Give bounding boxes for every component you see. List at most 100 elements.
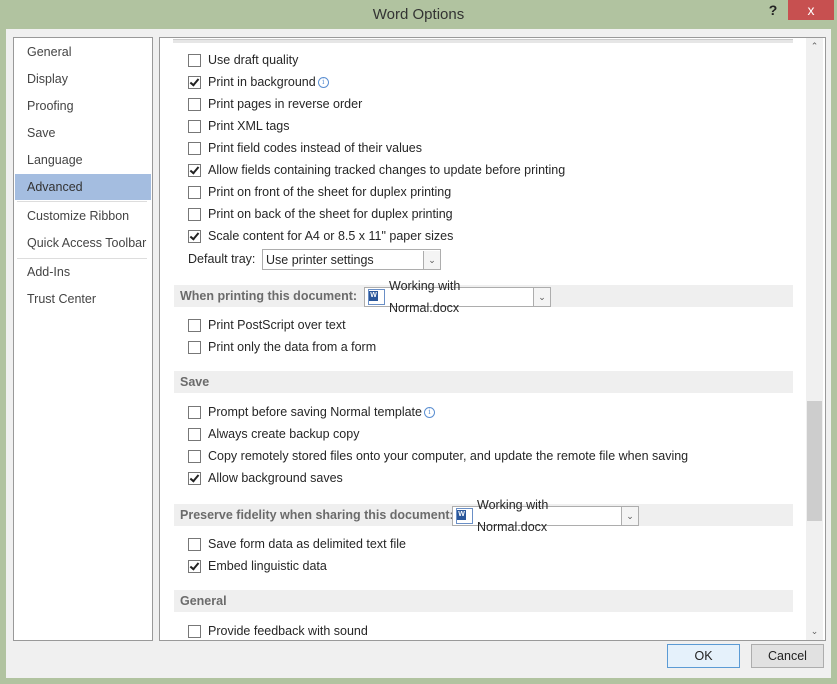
document-select[interactable]: Working with Normal.docx ⌄ (452, 498, 639, 534)
option-label: Print in background (208, 75, 316, 89)
option-print-xml-tags[interactable]: Print XML tags (188, 117, 290, 135)
option-allow-tracked-fields-update[interactable]: Allow fields containing tracked changes … (188, 161, 565, 179)
title-bar: Word Options ? x (0, 0, 837, 29)
option-label: Prompt before saving Normal template (208, 405, 422, 419)
section-preserve-fidelity: Preserve fidelity when sharing this docu… (174, 498, 793, 534)
section-divider (173, 39, 793, 43)
option-label: Print pages in reverse order (208, 97, 363, 111)
section-heading: Preserve fidelity when sharing this docu… (180, 508, 454, 522)
option-label: Use draft quality (208, 53, 299, 67)
sidebar-item-display[interactable]: Display (15, 66, 151, 92)
option-print-reverse-order[interactable]: Print pages in reverse order (188, 95, 362, 113)
checkbox[interactable] (188, 318, 201, 332)
checkbox[interactable] (188, 624, 201, 638)
checkbox[interactable] (188, 427, 201, 441)
default-tray-label: Default tray: (188, 252, 256, 266)
checkbox[interactable] (188, 229, 201, 243)
option-label: Print only the data from a form (208, 340, 377, 354)
checkbox[interactable] (188, 75, 201, 89)
chevron-down-icon[interactable]: ⌄ (621, 507, 638, 525)
sidebar-item-add-ins[interactable]: Add-Ins (15, 259, 151, 285)
sidebar-item-customize-ribbon[interactable]: Customize Ribbon (15, 203, 151, 229)
document-select[interactable]: Working with Normal.docx ⌄ (364, 279, 551, 315)
section-heading: When printing this document: (180, 289, 358, 303)
checkbox[interactable] (188, 471, 201, 485)
option-scale-content[interactable]: Scale content for A4 or 8.5 x 11" paper … (188, 227, 453, 245)
section-save: Save (174, 371, 793, 393)
option-print-postscript[interactable]: Print PostScript over text (188, 316, 346, 334)
option-print-in-background[interactable]: Print in background i (188, 73, 329, 91)
options-panel: Use draft quality Print in background i P… (159, 37, 826, 641)
option-label: Copy remotely stored files onto your com… (208, 449, 689, 463)
option-feedback-sound[interactable]: Provide feedback with sound (188, 622, 368, 640)
option-label: Print on back of the sheet for duplex pr… (208, 207, 453, 221)
info-icon: i (317, 76, 329, 88)
word-document-icon (456, 508, 473, 524)
chevron-down-icon[interactable]: ⌄ (806, 623, 823, 640)
chevron-up-icon[interactable]: ⌃ (806, 38, 823, 55)
info-icon: i (423, 406, 435, 418)
option-print-field-codes[interactable]: Print field codes instead of their value… (188, 139, 422, 157)
option-label: Scale content for A4 or 8.5 x 11" paper … (208, 229, 454, 243)
option-print-form-data-only[interactable]: Print only the data from a form (188, 338, 376, 356)
option-label: Allow fields containing tracked changes … (208, 163, 566, 177)
checkbox[interactable] (188, 53, 201, 67)
document-select-value: Working with Normal.docx (477, 498, 549, 534)
document-select-value: Working with Normal.docx (389, 279, 461, 315)
sidebar: General Display Proofing Save Language A… (13, 37, 153, 641)
option-prompt-normal-template[interactable]: Prompt before saving Normal template i (188, 403, 435, 421)
default-tray-value: Use printer settings (266, 252, 374, 267)
option-use-draft-quality[interactable]: Use draft quality (188, 51, 298, 69)
sidebar-item-save[interactable]: Save (15, 120, 151, 146)
sidebar-item-quick-access-toolbar[interactable]: Quick Access Toolbar (15, 230, 151, 256)
checkbox[interactable] (188, 559, 201, 573)
checkbox[interactable] (188, 141, 201, 155)
checkbox[interactable] (188, 537, 201, 551)
option-label: Print on front of the sheet for duplex p… (208, 185, 452, 199)
option-label: Save form data as delimited text file (208, 537, 407, 551)
chevron-down-icon[interactable]: ⌄ (533, 288, 550, 306)
option-label: Print PostScript over text (208, 318, 346, 332)
checkbox[interactable] (188, 97, 201, 111)
default-tray-select[interactable]: Use printer settings ⌄ (262, 249, 441, 270)
cancel-button[interactable]: Cancel (751, 644, 824, 668)
option-always-backup[interactable]: Always create backup copy (188, 425, 359, 443)
checkbox[interactable] (188, 119, 201, 133)
close-button[interactable]: x (788, 0, 834, 20)
checkbox[interactable] (188, 405, 201, 419)
sidebar-item-trust-center[interactable]: Trust Center (15, 286, 151, 312)
sidebar-item-language[interactable]: Language (15, 147, 151, 173)
section-general: General (174, 590, 793, 612)
vertical-scrollbar[interactable]: ⌃ ⌄ (806, 38, 823, 640)
option-label: Embed linguistic data (208, 559, 327, 573)
option-save-form-data-delimited[interactable]: Save form data as delimited text file (188, 535, 406, 553)
checkbox[interactable] (188, 163, 201, 177)
option-label: Provide feedback with sound (208, 624, 368, 638)
sidebar-item-proofing[interactable]: Proofing (15, 93, 151, 119)
checkbox[interactable] (188, 449, 201, 463)
section-heading: Save (180, 375, 210, 389)
option-print-back-duplex[interactable]: Print on back of the sheet for duplex pr… (188, 205, 453, 223)
sidebar-divider (17, 201, 147, 202)
checkbox[interactable] (188, 340, 201, 354)
window-title: Word Options (372, 6, 465, 23)
checkbox[interactable] (188, 185, 201, 199)
option-embed-linguistic-data[interactable]: Embed linguistic data (188, 557, 327, 575)
chevron-down-icon[interactable]: ⌄ (423, 250, 440, 269)
option-allow-background-saves[interactable]: Allow background saves (188, 469, 343, 487)
section-when-printing: When printing this document: Working wit… (174, 279, 793, 315)
section-heading: General (180, 594, 227, 608)
option-print-front-duplex[interactable]: Print on front of the sheet for duplex p… (188, 183, 451, 201)
option-copy-remote-files[interactable]: Copy remotely stored files onto your com… (188, 447, 688, 465)
word-document-icon (368, 289, 385, 305)
sidebar-item-general[interactable]: General (15, 39, 151, 65)
checkbox[interactable] (188, 207, 201, 221)
dialog-body: General Display Proofing Save Language A… (6, 29, 831, 678)
option-label: Print XML tags (208, 119, 290, 133)
ok-button[interactable]: OK (667, 644, 740, 668)
scrollbar-thumb[interactable] (807, 401, 822, 521)
help-button[interactable]: ? (763, 2, 783, 22)
option-label: Always create backup copy (208, 427, 360, 441)
sidebar-item-advanced[interactable]: Advanced (15, 174, 151, 200)
option-label: Allow background saves (208, 471, 343, 485)
